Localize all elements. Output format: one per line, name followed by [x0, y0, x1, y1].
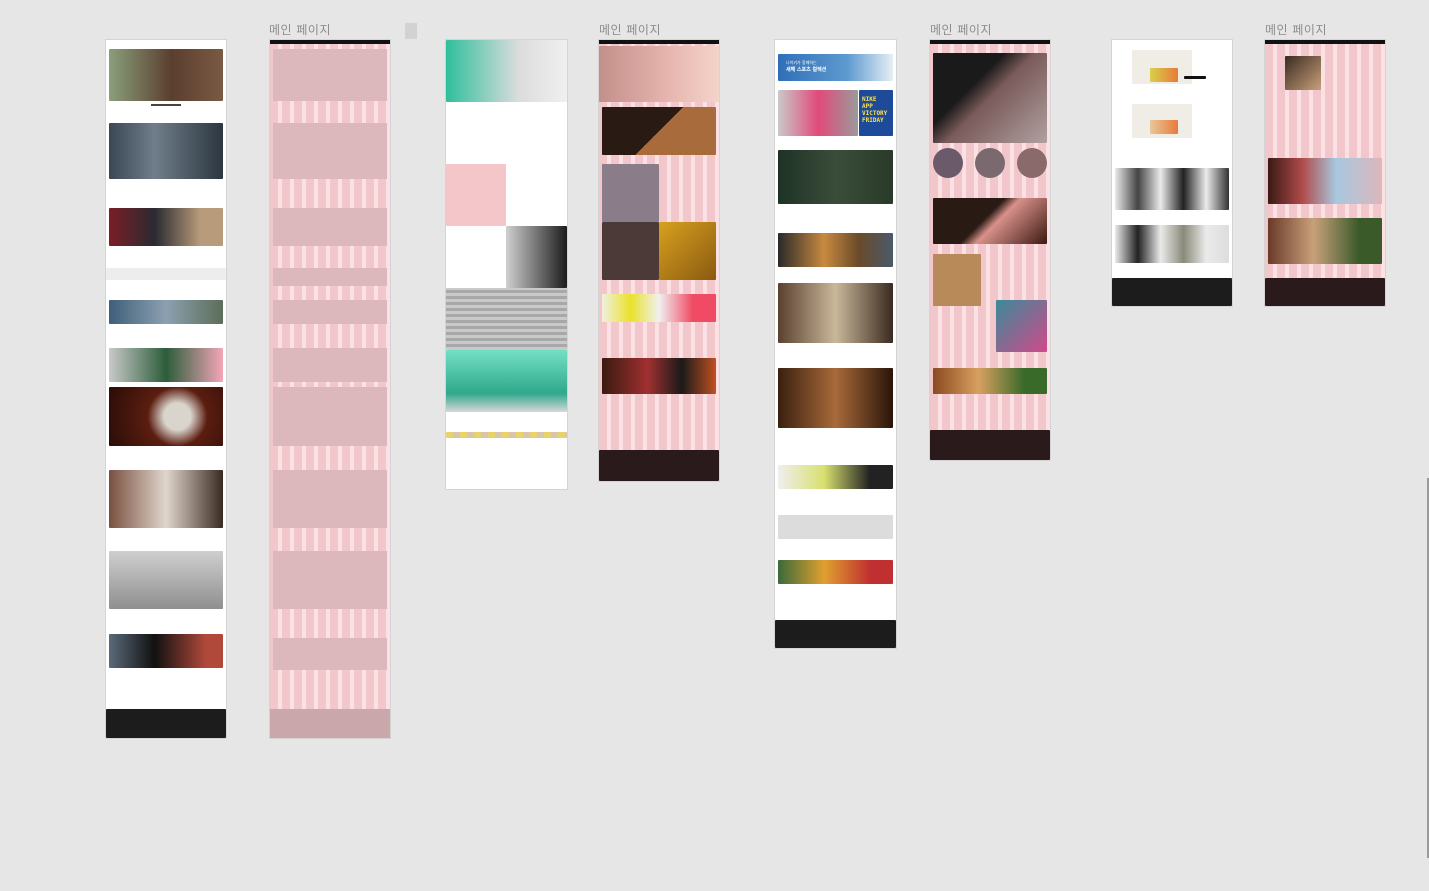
hero-collage [933, 53, 1047, 143]
corridor-image [446, 288, 567, 350]
shadow-image [109, 551, 223, 609]
frame-nike-sports[interactable]: 나이키가 함께하는 새해 스포츠 컬렉션 NIKE APP VICTORY FRIDA… [775, 40, 896, 648]
frame-label[interactable]: 메인 페이지 [930, 21, 992, 38]
split-banner [933, 198, 1047, 244]
shoe-row [602, 294, 716, 322]
basketball-image [778, 368, 893, 428]
round-thumb[interactable] [933, 148, 963, 178]
bottom-row-image [109, 634, 223, 668]
footer [1112, 278, 1232, 306]
collection-row [109, 300, 223, 324]
photo-row [1268, 158, 1382, 204]
athlete-row [778, 515, 893, 539]
frame-product-detail[interactable] [1112, 40, 1232, 306]
hero-image [599, 46, 719, 102]
shoe-image [1150, 68, 1178, 82]
frame-product-detail-2[interactable] [1265, 40, 1385, 306]
banner-title: 새해 스포츠 컬렉션 [786, 67, 827, 73]
dark-panel [602, 222, 659, 280]
photo-row-2 [1268, 218, 1382, 264]
product-row [778, 233, 893, 267]
footer [106, 709, 226, 738]
thumbnail-strip [446, 432, 567, 438]
shoe-row [778, 465, 893, 489]
frame-cosmetics[interactable] [446, 40, 567, 489]
hero-image [109, 49, 223, 101]
section-title [151, 104, 181, 106]
product-row-image [109, 208, 223, 246]
frame-main-3[interactable] [930, 40, 1050, 460]
mint-image [446, 350, 567, 412]
af1-image [109, 470, 223, 528]
victory-text: NIKE APP VICTORY FRIDAY [862, 96, 888, 124]
winter-image [602, 164, 659, 222]
acg-image [778, 150, 893, 204]
event-row [602, 358, 716, 394]
shoe-feature [933, 254, 981, 306]
yellow-jacket-image [659, 222, 716, 280]
split-banner [602, 107, 716, 155]
photo-row [933, 368, 1047, 394]
round-thumb[interactable] [975, 148, 1005, 178]
frame-label[interactable]: 메인 페이지 [269, 21, 331, 38]
footer [599, 450, 719, 481]
kids-row [778, 560, 893, 584]
product-image [1285, 56, 1321, 90]
promo-shoe-image [109, 387, 223, 446]
portrait-image [506, 226, 567, 288]
acg-image [109, 123, 223, 179]
af1-banner [778, 283, 893, 343]
shoe-feature-2 [996, 300, 1047, 352]
promo-image [778, 90, 858, 136]
frame-tab-indicator[interactable] [405, 23, 417, 39]
apparel-row [1115, 168, 1229, 210]
shoe-strip [106, 268, 226, 280]
frame-label[interactable]: 메인 페이지 [599, 21, 661, 38]
victory-banner: NIKE APP VICTORY FRIDAY [859, 90, 893, 136]
collection-row-2 [109, 348, 223, 382]
sports-banner: 나이키가 함께하는 새해 스포츠 컬렉션 [778, 54, 893, 81]
footer [1265, 278, 1385, 306]
hero-image [446, 40, 567, 102]
frame-label[interactable]: 메인 페이지 [1265, 21, 1327, 38]
frame-wireframe-1[interactable] [270, 40, 390, 738]
footer [775, 620, 896, 648]
frame-main-2[interactable] [599, 40, 719, 481]
shoe-image-2 [1150, 120, 1178, 134]
round-thumb[interactable] [1017, 148, 1047, 178]
footer [930, 430, 1050, 460]
pink-product-image [446, 164, 506, 226]
frame-nike-main[interactable] [106, 40, 226, 738]
buy-button[interactable] [1184, 76, 1206, 79]
shoe-row [1115, 225, 1229, 263]
